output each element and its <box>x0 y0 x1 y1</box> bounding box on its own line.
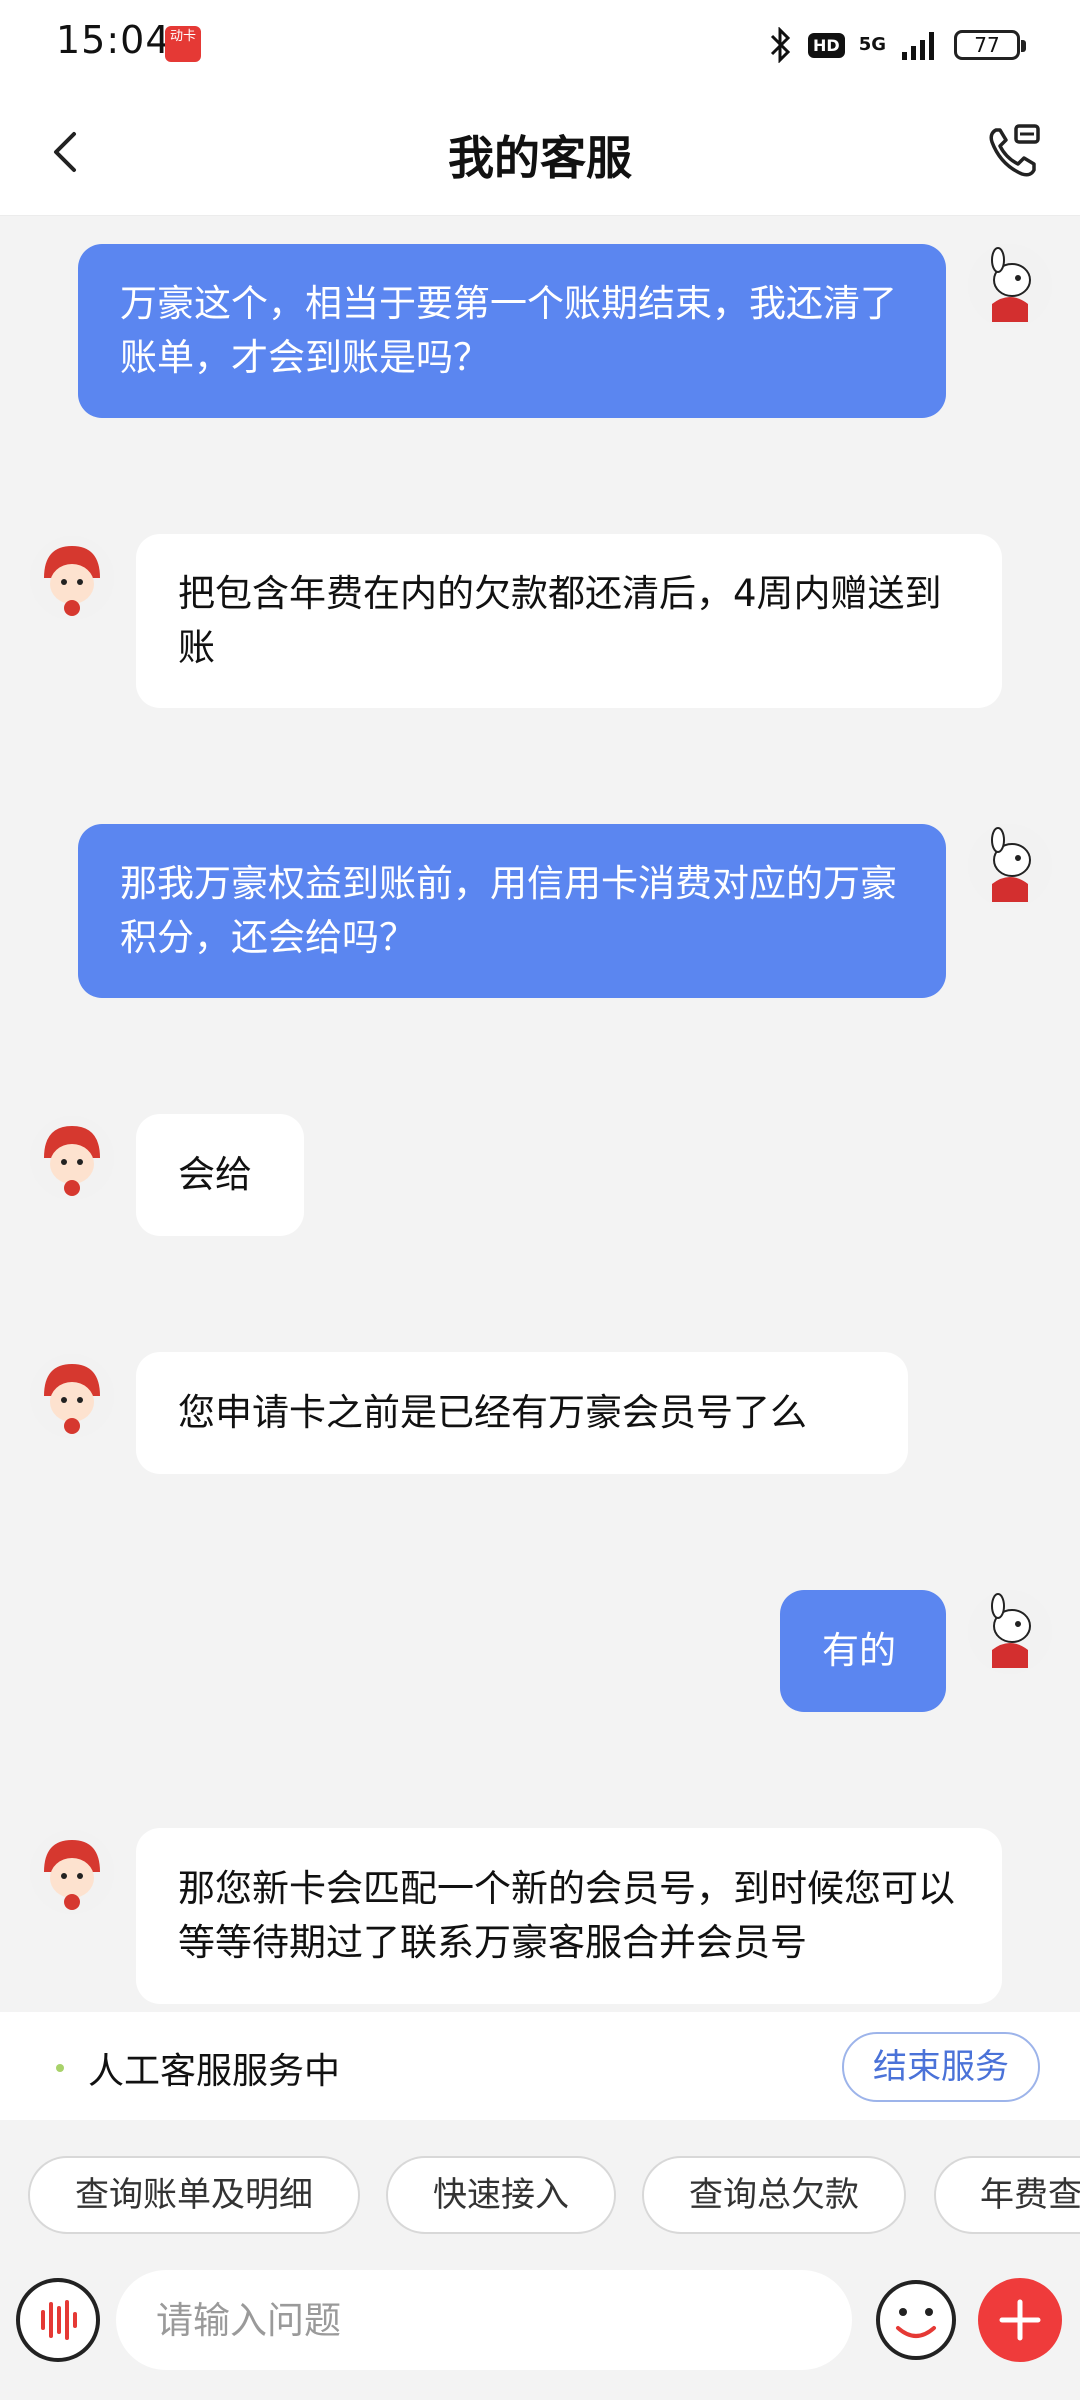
quick-reply-chip[interactable]: 年费查 <box>934 2156 1080 2234</box>
nav-bar: 我的客服 <box>0 90 1080 216</box>
bluetooth-icon <box>768 27 794 63</box>
user-message-bubble: 万豪这个，相当于要第一个账期结束，我还清了账单，才会到账是吗？ <box>78 244 946 418</box>
user-avatar[interactable] <box>968 244 1052 328</box>
user-message-bubble: 那我万豪权益到账前，用信用卡消费对应的万豪积分，还会给吗？ <box>78 824 946 998</box>
agent-avatar[interactable] <box>30 536 114 620</box>
phone-icon <box>989 124 1040 177</box>
message-text: 会给 <box>178 1153 252 1196</box>
message-text: 您申请卡之前是已经有万豪会员号了么 <box>178 1391 807 1434</box>
voice-input-button[interactable] <box>16 2278 100 2362</box>
chat-area[interactable]: 万豪这个，相当于要第一个账期结束，我还清了账单，才会到账是吗？ 把包含年费在内的… <box>0 216 1080 2016</box>
battery-icon: 77 <box>954 30 1026 60</box>
service-status-text: 人工客服服务中 <box>88 2051 341 2092</box>
plus-icon <box>999 2299 1041 2341</box>
app-root: 15:04 动卡 HD 5G 77 我的客服 万豪这个，相当于要第一个账期结束，… <box>0 0 1080 2400</box>
agent-avatar[interactable] <box>30 1830 114 1914</box>
voice-wave-icon <box>41 2300 77 2340</box>
smiley-icon <box>876 2280 956 2360</box>
agent-message-bubble: 把包含年费在内的欠款都还清后，4周内赠送到账 <box>136 534 1002 708</box>
question-input[interactable] <box>116 2270 852 2370</box>
hd-icon: HD <box>808 32 845 58</box>
agent-avatar[interactable] <box>30 1116 114 1200</box>
message-text: 那我万豪权益到账前，用信用卡消费对应的万豪积分，还会给吗？ <box>120 862 897 959</box>
end-service-button[interactable]: 结束服务 <box>842 2032 1040 2102</box>
agent-message-bubble: 您申请卡之前是已经有万豪会员号了么 <box>136 1352 908 1474</box>
app-notification-icon: 动卡 <box>165 26 201 62</box>
message-text: 万豪这个，相当于要第一个账期结束，我还清了账单，才会到账是吗？ <box>120 282 897 379</box>
agent-avatar[interactable] <box>30 1354 114 1438</box>
network-5g-label: 5G <box>858 34 886 55</box>
quick-reply-bar[interactable]: 查询账单及明细 快速接入 查询总欠款 年费查 <box>0 2140 1080 2240</box>
service-status-dot <box>56 2064 64 2072</box>
agent-message-bubble: 那您新卡会匹配一个新的会员号，到时候您可以等等待期过了联系万豪客服合并会员号 <box>136 1828 1002 2004</box>
add-button[interactable] <box>978 2278 1062 2362</box>
quick-reply-chip[interactable]: 查询账单及明细 <box>28 2156 360 2234</box>
call-button[interactable] <box>982 120 1044 182</box>
quick-reply-chip[interactable]: 快速接入 <box>386 2156 616 2234</box>
quick-reply-chip[interactable]: 查询总欠款 <box>642 2156 906 2234</box>
status-time: 15:04 <box>56 18 171 62</box>
service-status-bar: 人工客服服务中 结束服务 <box>0 2012 1080 2120</box>
user-avatar[interactable] <box>968 824 1052 908</box>
message-text: 把包含年费在内的欠款都还清后，4周内赠送到账 <box>178 572 942 669</box>
status-icons: HD 5G 77 <box>768 22 1026 68</box>
page-title: 我的客服 <box>448 131 632 185</box>
status-bar: 15:04 动卡 HD 5G 77 <box>0 0 1080 90</box>
user-avatar[interactable] <box>968 1590 1052 1674</box>
emoji-button[interactable] <box>874 2278 958 2362</box>
signal-icon <box>900 28 940 62</box>
message-text: 有的 <box>822 1629 896 1672</box>
input-bar <box>0 2250 1080 2400</box>
agent-message-bubble: 会给 <box>136 1114 304 1236</box>
message-text: 那您新卡会匹配一个新的会员号，到时候您可以等等待期过了联系万豪客服合并会员号 <box>178 1867 955 1964</box>
user-message-bubble: 有的 <box>780 1590 946 1712</box>
